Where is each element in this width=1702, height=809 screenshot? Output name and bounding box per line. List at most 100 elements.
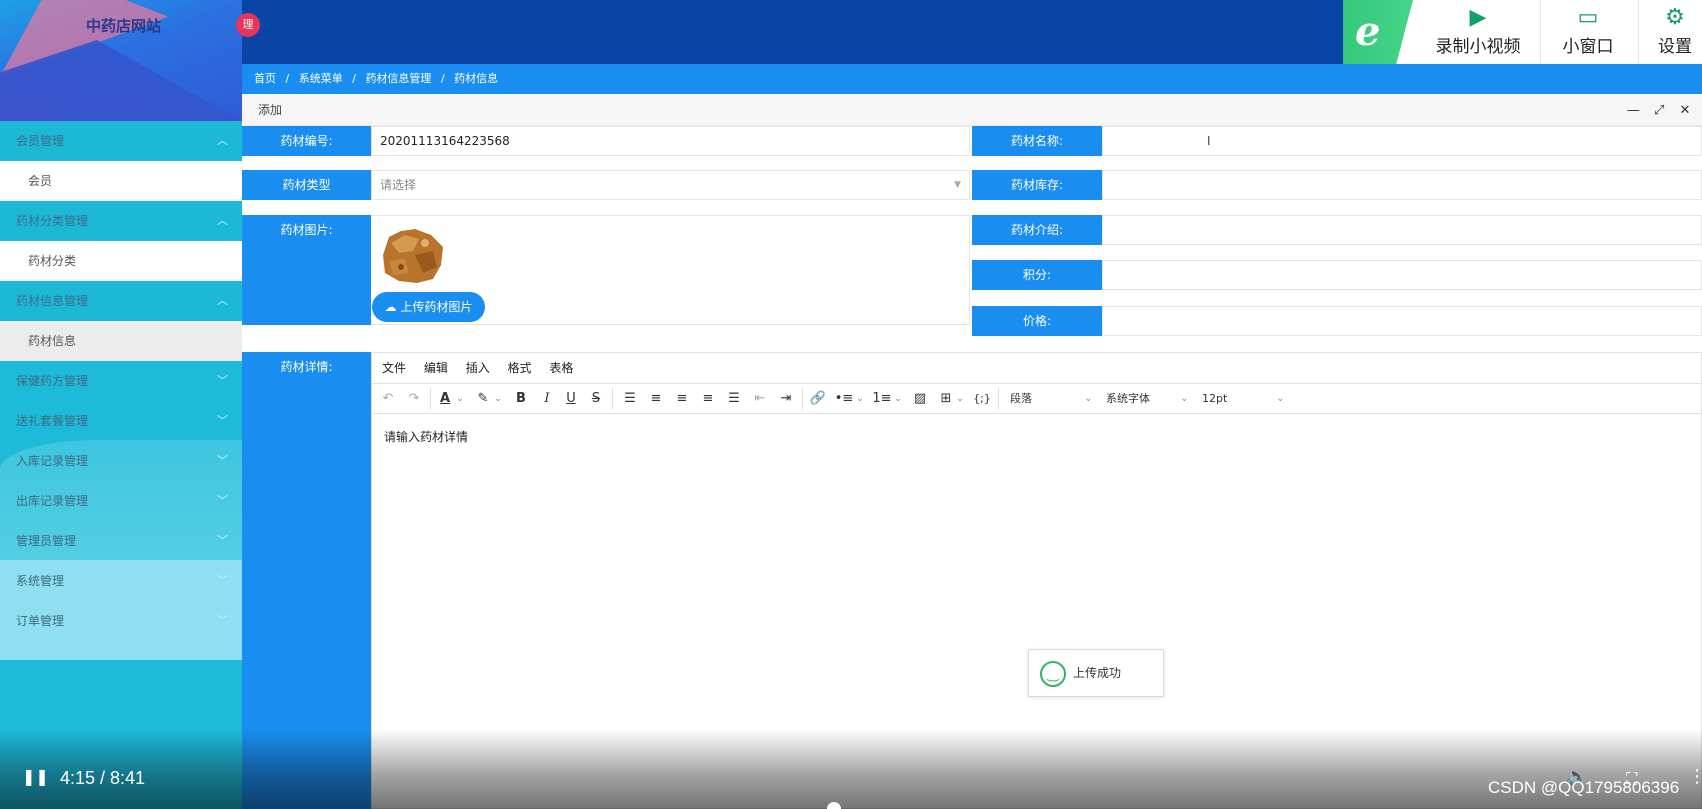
numbered-list-icon[interactable]: 1≡ [872, 384, 892, 414]
code-input[interactable]: 20201113164223568 [371, 126, 970, 156]
name-input[interactable]: I [1102, 126, 1702, 156]
menu-format[interactable]: 格式 [508, 361, 532, 375]
type-select[interactable]: 请选择 ▼ [371, 170, 970, 200]
video-tools-panel: e ▶ 录制小视频 ▭ 小窗口 ⚙ 设置 [1343, 0, 1702, 67]
bullet-list-icon[interactable]: •≡ [834, 384, 854, 414]
chevron-down-icon[interactable]: ⌄ [492, 384, 504, 414]
font-size-select[interactable]: 12pt ⌄ [1196, 384, 1288, 414]
close-icon[interactable]: ✕ [1674, 95, 1696, 127]
indent-icon[interactable]: ⇥ [776, 384, 796, 414]
outdent-icon[interactable]: ⇤ [750, 384, 770, 414]
breadcrumb-herb-info: 药材信息 [454, 72, 499, 85]
redo-icon[interactable]: ↷ [404, 384, 424, 414]
strikethrough-icon[interactable]: S [587, 384, 605, 414]
line-height-icon[interactable]: ☰ [620, 384, 640, 414]
points-label: 积分: [972, 260, 1102, 290]
sidebar-group-herb-info[interactable]: 药材信息管理 ︿ [0, 281, 242, 321]
dialog-title-bar: 添加 — ⤢ ✕ [242, 94, 1702, 126]
link-icon[interactable]: 🔗 [808, 384, 828, 414]
editor-content[interactable]: 请输入药材详情 [372, 414, 1701, 459]
sidebar-group-orders[interactable]: 订单管理 ﹀ [0, 601, 242, 641]
sidebar-group-stock-in[interactable]: 入库记录管理 ﹀ [0, 441, 242, 481]
sidebar-group-stock-out[interactable]: 出库记录管理 ﹀ [0, 481, 242, 521]
chevron-down-icon: ﹀ [217, 454, 228, 467]
sidebar-group-prescription[interactable]: 保健药方管理 ﹀ [0, 361, 242, 401]
sidebar-item-herb-category[interactable]: 药材分类 [0, 241, 242, 281]
breadcrumb-system-menu[interactable]: 系统菜单 [299, 72, 343, 85]
dialog-title: 添加 [258, 103, 283, 117]
dropdown-arrow-icon: ▼ [954, 180, 961, 190]
code-sample-icon[interactable]: {;} [972, 384, 992, 414]
table-icon[interactable]: ⊞ [936, 384, 956, 414]
sidebar-item-herb-info[interactable]: 药材信息 [0, 321, 242, 361]
sidebar: 中药店网站 会员管理 ︿ 会员 药材分类管理 ︿ 药材分类 药材信息管理 ︿ 药… [0, 0, 242, 809]
chevron-down-icon: ﹀ [217, 614, 228, 627]
chevron-down-icon[interactable]: ⌄ [892, 384, 904, 414]
underline-icon[interactable]: U [562, 384, 580, 414]
align-justify-icon[interactable]: ☰ [724, 384, 744, 414]
record-video-button[interactable]: ▶ 录制小视频 [1423, 4, 1533, 64]
sidebar-group-label: 药材信息管理 [16, 294, 89, 308]
intro-input[interactable] [1102, 215, 1702, 245]
chevron-down-icon[interactable]: ⌄ [954, 384, 966, 414]
notification-badge[interactable]: 理 [236, 13, 260, 37]
align-left-icon[interactable]: ≡ [646, 384, 666, 414]
maximize-icon[interactable]: ⤢ [1648, 95, 1670, 127]
align-right-icon[interactable]: ≡ [698, 384, 718, 414]
fullscreen-icon[interactable]: ⛶ [1626, 769, 1637, 789]
chevron-down-icon: ﹀ [217, 414, 228, 427]
rich-text-editor: 文件 编辑 插入 格式 表格 ↶ ↷ A ⌄ ✎ ⌄ B I U S ☰ ≡ ≡… [371, 352, 1702, 809]
price-input[interactable] [1102, 306, 1702, 336]
undo-icon[interactable]: ↶ [378, 384, 398, 414]
highlight-color-icon[interactable]: ✎ [474, 384, 492, 414]
more-options-icon[interactable]: ⋮ [1688, 766, 1702, 787]
menu-table[interactable]: 表格 [549, 361, 573, 375]
menu-insert[interactable]: 插入 [466, 361, 490, 375]
chevron-down-icon: ⌄ [1276, 394, 1284, 404]
logo-area: 中药店网站 [0, 0, 242, 121]
code-label: 药材编号: [242, 126, 371, 156]
sidebar-group-label: 管理员管理 [16, 534, 77, 548]
chevron-up-icon: ︿ [217, 134, 228, 147]
gear-icon: ⚙ [1665, 5, 1685, 30]
pause-icon[interactable]: ❚❚ [22, 767, 49, 789]
settings-button[interactable]: ⚙ 设置 [1648, 4, 1702, 64]
chevron-down-icon: ⌄ [1084, 394, 1092, 404]
text-color-icon[interactable]: A [436, 384, 454, 414]
menu-file[interactable]: 文件 [382, 361, 406, 375]
chevron-down-icon[interactable]: ⌄ [454, 384, 466, 414]
add-herb-form: 药材编号: 20201113164223568 药材名称: I 药材类型 请选择… [242, 126, 1702, 809]
mini-window-button[interactable]: ▭ 小窗口 [1553, 4, 1623, 64]
sidebar-group-admin[interactable]: 管理员管理 ﹀ [0, 521, 242, 561]
tv-icon: ▭ [1577, 5, 1599, 30]
points-input[interactable] [1102, 260, 1702, 290]
sidebar-group-label: 保健药方管理 [16, 374, 89, 388]
breadcrumb-home[interactable]: 首页 [254, 72, 276, 85]
chevron-down-icon: ﹀ [217, 494, 228, 507]
csdn-watermark: CSDN @QQ1795806396 [1488, 778, 1680, 797]
sidebar-group-gift-package[interactable]: 送礼套餐管理 ﹀ [0, 401, 242, 441]
video-time: 4:15 / 8:41 [60, 768, 146, 788]
minimize-icon[interactable]: — [1622, 95, 1644, 127]
upload-image-button[interactable]: ☁ 上传药材图片 [372, 292, 485, 322]
sidebar-group-herb-category[interactable]: 药材分类管理 ︿ [0, 201, 242, 241]
sidebar-group-member[interactable]: 会员管理 ︿ [0, 121, 242, 161]
menu-edit[interactable]: 编辑 [424, 361, 448, 375]
toast-message: 上传成功 [1073, 666, 1122, 680]
chevron-up-icon: ︿ [217, 294, 228, 307]
breadcrumb-herb-info-mgmt[interactable]: 药材信息管理 [365, 72, 431, 85]
font-family-select[interactable]: 系统字体 ⌄ [1100, 384, 1192, 414]
align-center-icon[interactable]: ≡ [672, 384, 692, 414]
smile-icon: ‿ [1040, 661, 1066, 687]
video-progress-handle[interactable] [827, 802, 841, 809]
stock-input[interactable] [1102, 170, 1702, 200]
chevron-down-icon[interactable]: ⌄ [854, 384, 866, 414]
bold-icon[interactable]: B [512, 384, 530, 414]
image-icon[interactable]: ▨ [910, 384, 930, 414]
sidebar-item-member[interactable]: 会员 [0, 161, 242, 201]
block-format-select[interactable]: 段落 ⌄ [1004, 384, 1096, 414]
sidebar-group-system[interactable]: 系统管理 ﹀ [0, 561, 242, 601]
sidebar-group-label: 药材分类管理 [16, 214, 89, 228]
intro-label: 药材介绍: [972, 215, 1102, 245]
italic-icon[interactable]: I [538, 384, 556, 414]
